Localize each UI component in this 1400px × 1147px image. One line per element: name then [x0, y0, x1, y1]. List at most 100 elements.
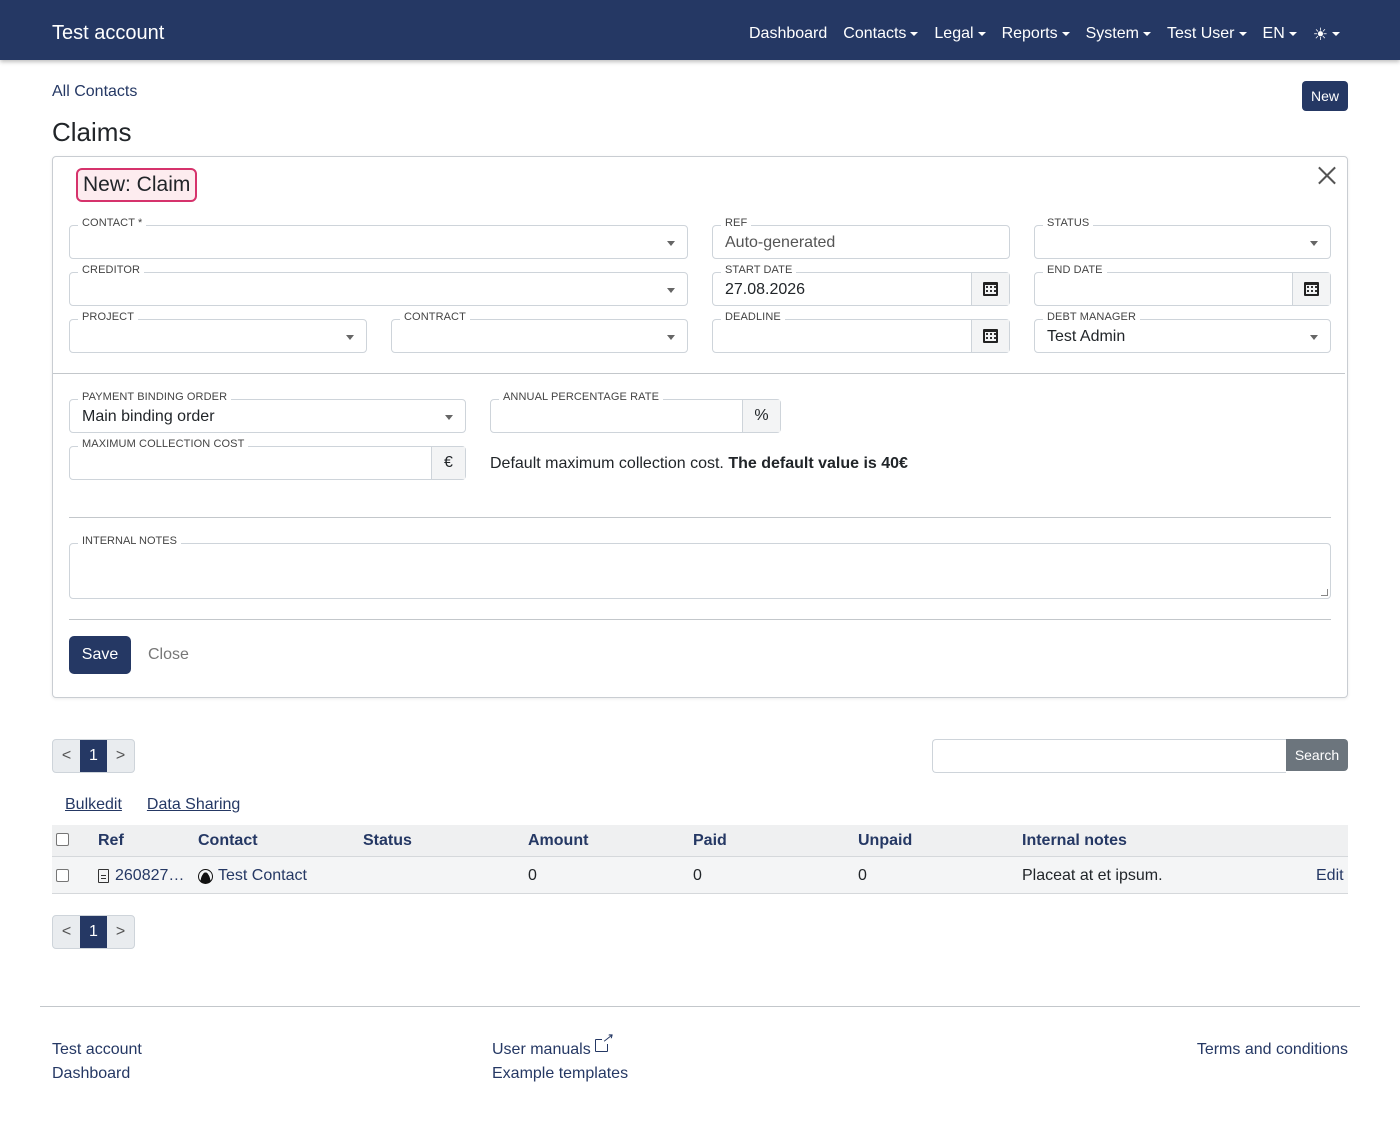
resize-grip-icon[interactable]	[1321, 589, 1328, 596]
footer-link-dashboard[interactable]: Dashboard	[52, 1062, 142, 1086]
euro-addon: €	[431, 447, 465, 479]
user-circle-icon	[198, 868, 213, 884]
table-actions: Bulkedit Data Sharing	[65, 796, 240, 814]
dropdown-arrow-icon	[445, 415, 453, 420]
nav-contacts-label: Contacts	[843, 25, 907, 42]
creditor-select[interactable]: CREDITOR	[69, 263, 688, 306]
footer-link-example-templates[interactable]: Example templates	[492, 1062, 628, 1086]
status-label: STATUS	[1043, 216, 1094, 230]
close-button[interactable]: Close	[148, 646, 189, 664]
calendar-button[interactable]	[971, 273, 1009, 305]
project-select[interactable]: PROJECT	[69, 310, 367, 353]
nav-contacts-dropdown[interactable]: Contacts	[843, 25, 919, 43]
header-paid[interactable]: Paid	[693, 832, 727, 850]
footer-link-terms[interactable]: Terms and conditions	[1197, 1038, 1348, 1062]
header-contact[interactable]: Contact	[198, 832, 258, 850]
page-title: Claims	[52, 117, 132, 147]
caret-down-icon	[1061, 32, 1070, 36]
caret-down-icon	[910, 32, 919, 36]
breadcrumb-all-contacts[interactable]: All Contacts	[52, 83, 137, 101]
deadline-field[interactable]: DEADLINE	[712, 310, 1010, 353]
debt-manager-value: Test Admin	[1047, 328, 1126, 345]
next-page-button[interactable]: >	[107, 740, 134, 772]
start-date-field[interactable]: START DATE 27.08.2026	[712, 263, 1010, 306]
close-icon[interactable]	[1316, 164, 1338, 186]
calendar-button[interactable]	[971, 320, 1009, 352]
nav-system-dropdown[interactable]: System	[1086, 25, 1151, 43]
search-button[interactable]: Search	[1286, 739, 1348, 771]
contact-select[interactable]: CONTACT *	[69, 216, 688, 259]
nav-language-label: EN	[1262, 25, 1285, 42]
internal-notes-cell: Placeat at et ipsum.	[1022, 867, 1163, 884]
search-input[interactable]	[932, 739, 1286, 773]
contact-label: CONTACT *	[78, 216, 147, 230]
nav-language-dropdown[interactable]: EN	[1263, 25, 1297, 43]
nav-dashboard[interactable]: Dashboard	[749, 25, 827, 43]
payment-binding-order-select[interactable]: PAYMENT BINDING ORDER Main binding order	[69, 390, 466, 433]
header-status[interactable]: Status	[363, 832, 412, 850]
nav-reports-label: Reports	[1001, 25, 1058, 42]
contract-select[interactable]: CONTRACT	[391, 310, 688, 353]
claims-table: Ref Contact Status Amount Paid Unpaid In…	[52, 825, 1348, 894]
payment-binding-label: PAYMENT BINDING ORDER	[78, 390, 232, 404]
contract-label: CONTRACT	[400, 310, 470, 324]
dropdown-arrow-icon	[667, 288, 675, 293]
nav-system-label: System	[1085, 25, 1139, 42]
save-button[interactable]: Save	[69, 636, 131, 674]
header-unpaid[interactable]: Unpaid	[858, 832, 912, 850]
internal-notes-label: INTERNAL NOTES	[78, 534, 181, 548]
max-cost-helper-text: Default maximum collection cost. The def…	[490, 455, 908, 473]
calendar-icon	[983, 282, 998, 296]
nav-dashboard-label: Dashboard	[748, 25, 828, 42]
page-1-button[interactable]: 1	[80, 740, 107, 772]
ref-label: REF	[721, 216, 752, 230]
payment-binding-value: Main binding order	[82, 408, 215, 425]
max-collection-cost-input[interactable]: MAXIMUM COLLECTION COST €	[69, 437, 466, 480]
page-1-button[interactable]: 1	[80, 916, 107, 948]
end-date-field[interactable]: END DATE	[1034, 263, 1331, 306]
external-link-icon	[594, 1031, 613, 1052]
claim-ref-text: 260827…	[115, 867, 185, 884]
theme-toggle-dropdown[interactable]: ☀	[1313, 25, 1340, 43]
row-checkbox[interactable]	[56, 869, 69, 882]
brand-link[interactable]: Test account	[52, 22, 164, 45]
internal-notes-textarea[interactable]: INTERNAL NOTES	[69, 534, 1331, 599]
start-date-label: START DATE	[721, 263, 797, 277]
contact-link[interactable]: Test Contact	[198, 867, 307, 885]
document-icon	[98, 869, 109, 883]
deadline-label: DEADLINE	[721, 310, 785, 324]
ref-value: Auto-generated	[725, 234, 836, 251]
nav-user-dropdown[interactable]: Test User	[1167, 25, 1247, 43]
header-internal-notes[interactable]: Internal notes	[1022, 832, 1127, 850]
footer-divider	[40, 1006, 1360, 1007]
select-all-checkbox[interactable]	[56, 833, 69, 846]
header-ref[interactable]: Ref	[98, 832, 124, 850]
end-date-label: END DATE	[1043, 263, 1107, 277]
prev-page-button[interactable]: <	[53, 916, 80, 948]
data-sharing-link[interactable]: Data Sharing	[147, 796, 240, 814]
header-amount[interactable]: Amount	[528, 832, 588, 850]
footer-link-account[interactable]: Test account	[52, 1038, 142, 1062]
new-button[interactable]: New	[1302, 81, 1348, 111]
contact-name: Test Contact	[218, 867, 307, 884]
edit-link[interactable]: Edit	[1316, 867, 1344, 885]
bulkedit-link[interactable]: Bulkedit	[65, 796, 122, 814]
nav-legal-label: Legal	[934, 25, 974, 42]
ref-field[interactable]: REF Auto-generated	[712, 216, 1010, 259]
table-row: 260827… Test Contact 0 0 0 Placeat at et…	[52, 857, 1348, 894]
next-page-button[interactable]: >	[107, 916, 134, 948]
footer-col-1: Test account Dashboard	[52, 1038, 142, 1086]
apr-input[interactable]: ANNUAL PERCENTAGE RATE %	[490, 390, 781, 433]
footer-link-user-manuals[interactable]: User manuals	[492, 1031, 628, 1062]
claim-ref-link[interactable]: 260827…	[98, 867, 184, 885]
status-select[interactable]: STATUS	[1034, 216, 1331, 259]
paid-cell: 0	[693, 867, 702, 884]
prev-page-button[interactable]: <	[53, 740, 80, 772]
dropdown-arrow-icon	[1310, 335, 1318, 340]
calendar-button[interactable]	[1292, 273, 1330, 305]
section-divider	[69, 619, 1331, 620]
footer-col-3: Terms and conditions	[1197, 1038, 1348, 1062]
nav-legal-dropdown[interactable]: Legal	[934, 25, 986, 43]
nav-reports-dropdown[interactable]: Reports	[1002, 25, 1070, 43]
debt-manager-select[interactable]: DEBT MANAGER Test Admin	[1034, 310, 1331, 353]
